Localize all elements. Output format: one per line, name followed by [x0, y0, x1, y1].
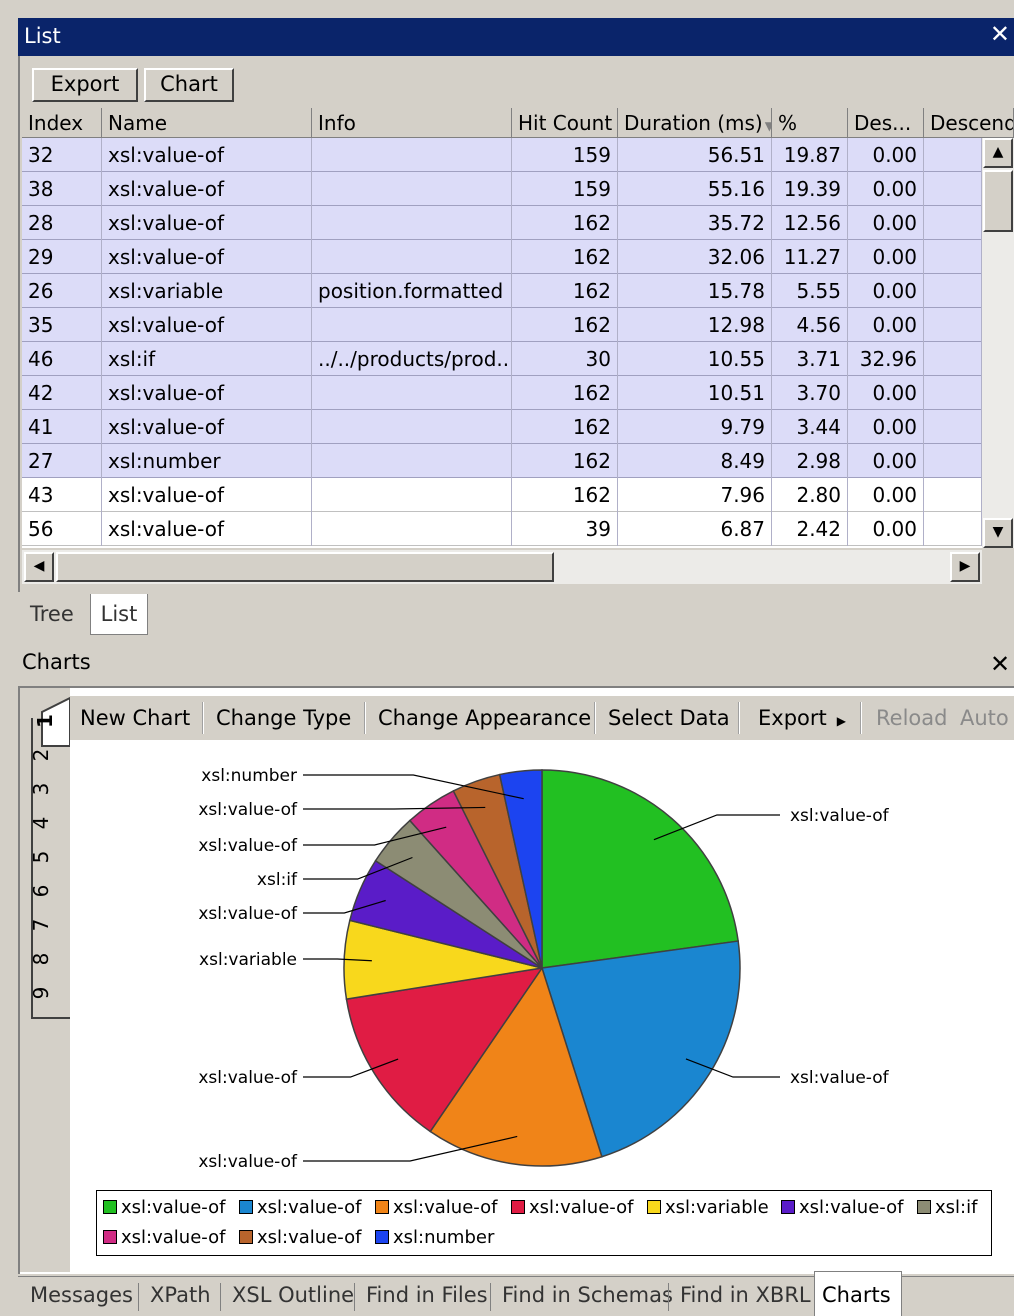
legend-label: xsl:value-of: [257, 1227, 362, 1248]
tab-separator: [354, 1283, 355, 1311]
legend-item: xsl:value-of: [103, 1197, 225, 1218]
legend-swatch: [239, 1230, 253, 1244]
slice-label: xsl:number: [201, 766, 297, 786]
legend-item: xsl:if: [917, 1197, 977, 1218]
slice-label: xsl:value-of: [198, 800, 298, 820]
tab-xpath[interactable]: XPath: [150, 1283, 211, 1307]
legend-item: xsl:value-of: [239, 1227, 361, 1248]
tab-separator: [668, 1283, 669, 1311]
legend-label: xsl:variable: [665, 1197, 769, 1218]
chart-legend: xsl:value-of xsl:value-of xsl:value-of xsl:…: [96, 1190, 992, 1256]
legend-item: xsl:value-of: [239, 1197, 361, 1218]
legend-swatch: [375, 1200, 389, 1214]
legend-swatch: [647, 1200, 661, 1214]
legend-label: xsl:value-of: [393, 1197, 498, 1218]
legend-label: xsl:number: [393, 1227, 495, 1248]
tab-find-in-files[interactable]: Find in Files: [366, 1283, 488, 1307]
legend-label: xsl:if: [935, 1197, 978, 1218]
slice-label: xsl:value-of: [790, 1068, 890, 1088]
legend-swatch: [917, 1200, 931, 1214]
tab-messages[interactable]: Messages: [30, 1283, 133, 1307]
bottom-tab-bar: Messages XPath XSL Outline Find in Files…: [18, 1271, 1014, 1316]
legend-item: xsl:value-of: [375, 1197, 497, 1218]
slice-label: xsl:value-of: [790, 806, 890, 826]
legend-swatch: [103, 1230, 117, 1244]
slice-label: xsl:value-of: [198, 1152, 298, 1172]
tab-separator: [490, 1283, 491, 1311]
legend-swatch: [511, 1200, 525, 1214]
legend-swatch: [103, 1200, 117, 1214]
legend-item: xsl:value-of: [103, 1227, 225, 1248]
tab-find-in-schemas[interactable]: Find in Schemas: [502, 1283, 673, 1307]
slice-label: xsl:value-of: [198, 1068, 298, 1088]
legend-swatch: [375, 1230, 389, 1244]
legend-label: xsl:value-of: [799, 1197, 904, 1218]
legend-item: xsl:variable: [647, 1197, 769, 1218]
legend-item: xsl:value-of: [781, 1197, 903, 1218]
tab-separator: [138, 1283, 139, 1311]
slice-label: xsl:value-of: [198, 904, 298, 924]
pie-slice[interactable]: [541, 769, 740, 969]
tab-find-in-xbrl[interactable]: Find in XBRL: [680, 1283, 811, 1307]
legend-swatch: [239, 1200, 253, 1214]
legend-label: xsl:value-of: [121, 1197, 226, 1218]
slice-label: xsl:variable: [199, 950, 297, 970]
slice-label: xsl:value-of: [198, 836, 298, 856]
legend-item: xsl:number: [375, 1227, 494, 1248]
tab-xsl-outline[interactable]: XSL Outline: [232, 1283, 354, 1307]
legend-item: xsl:value-of: [511, 1197, 633, 1218]
tab-charts[interactable]: Charts: [822, 1283, 891, 1307]
legend-swatch: [781, 1200, 795, 1214]
legend-label: xsl:value-of: [257, 1197, 362, 1218]
slice-label: xsl:if: [257, 870, 298, 890]
pie-chart: xsl:value-of xsl:value-of xsl:value-of xsl:…: [198, 766, 890, 1172]
tab-separator: [220, 1283, 221, 1311]
legend-label: xsl:value-of: [121, 1227, 226, 1248]
legend-label: xsl:value-of: [529, 1197, 634, 1218]
